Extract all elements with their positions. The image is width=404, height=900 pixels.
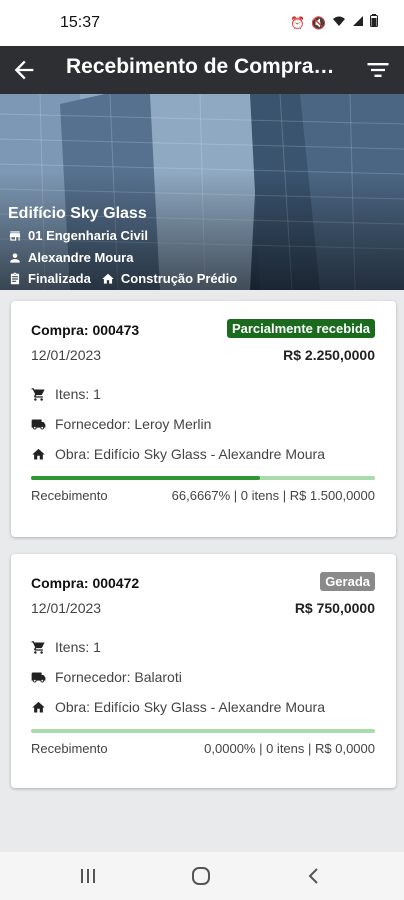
receipt-label: Recebimento [31,741,108,756]
project-status-row: Finalizada Construção Prédio [8,271,237,286]
receipt-progress-bar [31,729,375,733]
battery-icon [370,14,378,31]
purchase-value: R$ 2.250,0000 [283,347,375,363]
home-button[interactable] [190,866,214,886]
home-icon [102,273,114,284]
purchase-date: 12/01/2023 [31,347,102,363]
truck-icon [31,672,46,682]
work-row: Obra: Edifício Sky Glass - Alexandre Mou… [31,446,325,462]
work-row: Obra: Edifício Sky Glass - Alexandre Mou… [31,699,325,715]
items-count: Itens: 1 [55,386,101,402]
recent-apps-button[interactable] [78,866,102,886]
signal-icon [352,15,364,31]
home-icon [32,701,45,712]
project-manager: Alexandre Moura [28,250,134,265]
receipt-summary: 0,0000% | 0 itens | R$ 0,0000 [204,741,375,756]
items-row: Itens: 1 [31,386,101,402]
home-icon [32,448,45,459]
receipt-progress-bar [31,476,375,480]
cart-icon [31,387,45,401]
purchase-title: Compra: 000473 [31,322,140,338]
system-back-button[interactable] [304,866,328,886]
receipt-progress-fill [31,476,261,480]
items-row: Itens: 1 [31,639,101,655]
work-name: Obra: Edifício Sky Glass - Alexandre Mou… [55,699,325,715]
arrow-back-icon [14,60,34,80]
project-name: Edifício Sky Glass [8,205,147,222]
purchase-card[interactable]: Compra: 000472 Gerada 12/01/2023 R$ 750,… [11,554,396,788]
system-nav-bar [0,852,404,900]
status-badge: Gerada [320,572,375,591]
back-button[interactable] [10,56,38,84]
supplier-name: Fornecedor: Leroy Merlin [55,416,212,432]
purchase-date: 12/01/2023 [31,600,102,616]
page-title: Recebimento de Compras… [66,55,346,78]
chevron-left-icon [308,868,318,884]
project-banner: Edifício Sky Glass 01 Engenharia Civil A… [0,94,404,290]
cart-icon [31,640,45,654]
purchase-value: R$ 750,0000 [294,600,375,616]
purchase-title: Compra: 000472 [31,575,140,591]
store-icon [9,230,21,241]
purchase-card[interactable]: Compra: 000473 Parcialmente recebida 12/… [11,301,396,537]
project-status: Finalizada [28,271,91,286]
supplier-row: Fornecedor: Balaroti [31,669,182,685]
work-name: Obra: Edifício Sky Glass - Alexandre Mou… [55,446,325,462]
recent-apps-icon [81,869,95,883]
home-circle-icon [192,867,210,885]
wifi-icon [332,15,346,31]
app-bar: Recebimento de Compras… [0,46,404,94]
filter-button[interactable] [364,56,392,84]
project-manager-row: Alexandre Moura [8,250,133,265]
status-badge: Parcialmente recebida [226,319,375,338]
person-icon [10,252,20,263]
status-time: 15:37 [60,14,101,31]
items-count: Itens: 1 [55,639,101,655]
supplier-row: Fornecedor: Leroy Merlin [31,416,211,432]
alarm-icon: ⏰ [290,15,306,30]
supplier-name: Fornecedor: Balaroti [55,669,182,685]
receipt-label: Recebimento [31,488,108,503]
project-company-row: 01 Engenharia Civil [8,228,148,243]
status-bar: 15:37 ⏰ 🔇 [0,0,404,46]
project-company: 01 Engenharia Civil [28,228,148,243]
project-type: Construção Prédio [120,271,238,286]
status-icons: ⏰ 🔇 [290,14,378,31]
filter-list-icon [367,63,389,77]
mute-icon: 🔇 [311,15,326,30]
receipt-summary: 66,6667% | 0 itens | R$ 1.500,0000 [171,488,375,503]
truck-icon [31,419,46,429]
clipboard-icon [10,272,20,284]
